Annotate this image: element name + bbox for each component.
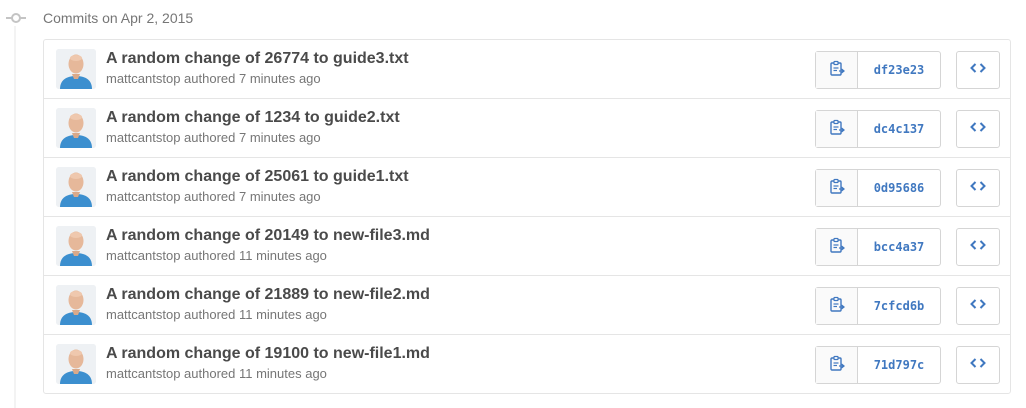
avatar[interactable]: [56, 108, 96, 148]
commit-meta: mattcantstop authored 7 minutes ago: [106, 71, 321, 87]
copy-sha-button[interactable]: [816, 170, 858, 206]
commit-group-title: Commits on Apr 2, 2015: [43, 10, 194, 26]
avatar[interactable]: [56, 167, 96, 207]
code-icon: [970, 297, 986, 316]
commit-row: A random change of 21889 to new-file2.md…: [44, 275, 1010, 334]
timeline-line: [14, 26, 16, 408]
browse-repository-button[interactable]: [956, 51, 1000, 89]
clippy-icon: [829, 119, 845, 140]
browse-repository-button[interactable]: [956, 169, 1000, 207]
clippy-icon: [829, 296, 845, 317]
sha-button-group: df23e23: [815, 51, 941, 89]
commit-meta: mattcantstop authored 7 minutes ago: [106, 130, 321, 146]
git-commit-icon: [6, 9, 26, 27]
clippy-icon: [829, 355, 845, 376]
commit-sha-link[interactable]: df23e23: [858, 52, 940, 88]
code-icon: [970, 238, 986, 257]
author-link[interactable]: mattcantstop: [106, 366, 180, 381]
commit-row: A random change of 19100 to new-file1.md…: [44, 334, 1010, 393]
avatar[interactable]: [56, 226, 96, 266]
commit-sha-link[interactable]: dc4c137: [858, 111, 940, 147]
copy-sha-button[interactable]: [816, 229, 858, 265]
commit-title-link[interactable]: A random change of 26774 to guide3.txt: [106, 49, 409, 69]
commit-meta: mattcantstop authored 11 minutes ago: [106, 248, 327, 264]
avatar[interactable]: [56, 344, 96, 384]
authored-time: authored 11 minutes ago: [180, 307, 327, 322]
author-link[interactable]: mattcantstop: [106, 71, 180, 86]
commit-row: A random change of 26774 to guide3.txt m…: [44, 40, 1010, 98]
sha-button-group: 7cfcd6b: [815, 287, 941, 325]
sha-button-group: 0d95686: [815, 169, 941, 207]
copy-sha-button[interactable]: [816, 347, 858, 383]
copy-sha-button[interactable]: [816, 288, 858, 324]
commit-sha-link[interactable]: 0d95686: [858, 170, 940, 206]
authored-time: authored 7 minutes ago: [180, 130, 321, 145]
clippy-icon: [829, 60, 845, 81]
commit-sha-link[interactable]: 71d797c: [858, 347, 940, 383]
browse-repository-button[interactable]: [956, 287, 1000, 325]
avatar[interactable]: [56, 49, 96, 89]
author-link[interactable]: mattcantstop: [106, 248, 180, 263]
authored-time: authored 11 minutes ago: [180, 366, 327, 381]
browse-repository-button[interactable]: [956, 346, 1000, 384]
code-icon: [970, 356, 986, 375]
code-icon: [970, 179, 986, 198]
commit-list: A random change of 26774 to guide3.txt m…: [43, 39, 1011, 394]
commit-title-link[interactable]: A random change of 25061 to guide1.txt: [106, 167, 409, 187]
sha-button-group: bcc4a37: [815, 228, 941, 266]
copy-sha-button[interactable]: [816, 52, 858, 88]
author-link[interactable]: mattcantstop: [106, 189, 180, 204]
sha-button-group: 71d797c: [815, 346, 941, 384]
code-icon: [970, 61, 986, 80]
commit-meta: mattcantstop authored 11 minutes ago: [106, 366, 327, 382]
commit-title-link[interactable]: A random change of 19100 to new-file1.md: [106, 344, 430, 364]
commit-meta: mattcantstop authored 11 minutes ago: [106, 307, 327, 323]
commit-sha-link[interactable]: bcc4a37: [858, 229, 940, 265]
clippy-icon: [829, 178, 845, 199]
commit-group-header: Commits on Apr 2, 2015: [0, 0, 1026, 36]
avatar[interactable]: [56, 285, 96, 325]
authored-time: authored 7 minutes ago: [180, 71, 321, 86]
browse-repository-button[interactable]: [956, 110, 1000, 148]
copy-sha-button[interactable]: [816, 111, 858, 147]
commit-meta: mattcantstop authored 7 minutes ago: [106, 189, 321, 205]
commit-sha-link[interactable]: 7cfcd6b: [858, 288, 940, 324]
commit-title-link[interactable]: A random change of 1234 to guide2.txt: [106, 108, 400, 128]
authored-time: authored 11 minutes ago: [180, 248, 327, 263]
commit-row: A random change of 25061 to guide1.txt m…: [44, 157, 1010, 216]
clippy-icon: [829, 237, 845, 258]
authored-time: authored 7 minutes ago: [180, 189, 321, 204]
sha-button-group: dc4c137: [815, 110, 941, 148]
commit-title-link[interactable]: A random change of 20149 to new-file3.md: [106, 226, 430, 246]
code-icon: [970, 120, 986, 139]
author-link[interactable]: mattcantstop: [106, 307, 180, 322]
commit-row: A random change of 1234 to guide2.txt ma…: [44, 98, 1010, 157]
author-link[interactable]: mattcantstop: [106, 130, 180, 145]
browse-repository-button[interactable]: [956, 228, 1000, 266]
commit-title-link[interactable]: A random change of 21889 to new-file2.md: [106, 285, 430, 305]
commit-row: A random change of 20149 to new-file3.md…: [44, 216, 1010, 275]
